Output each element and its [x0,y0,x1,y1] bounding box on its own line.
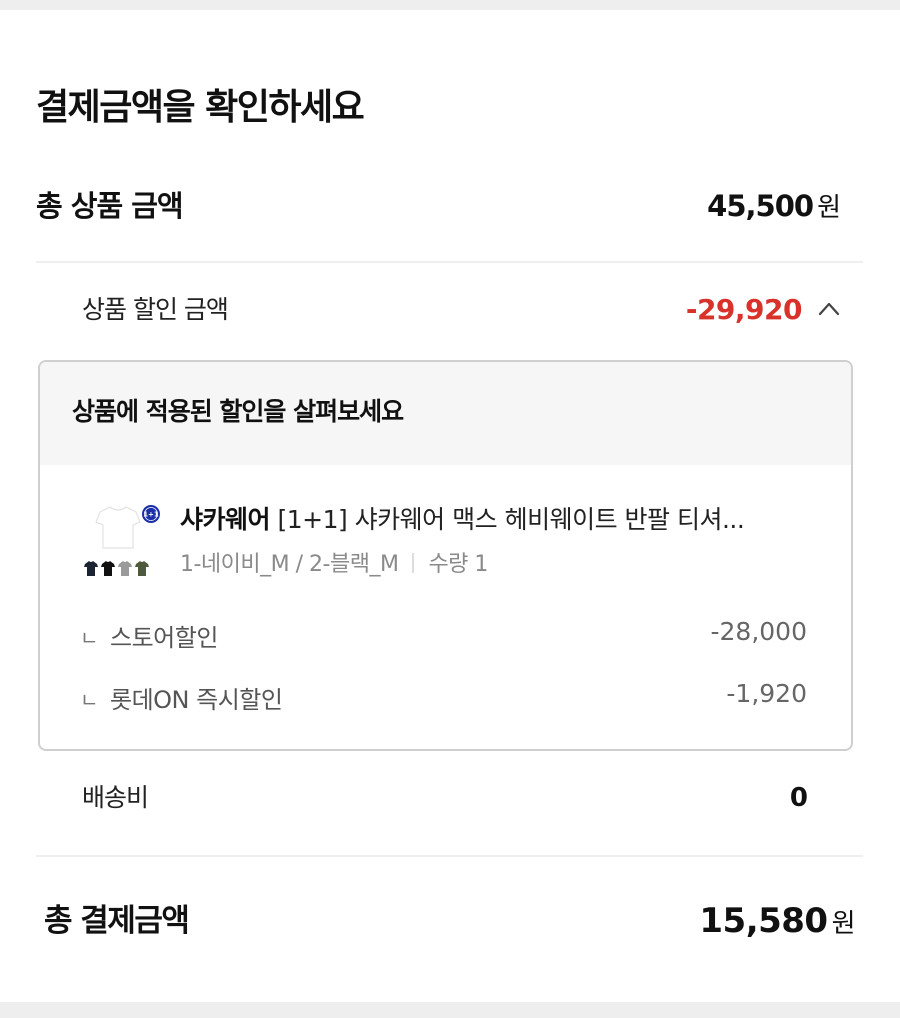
shipping-fee-label: 배송비 [82,783,149,812]
total-payment-value: 15,580 원 [699,896,855,949]
section-divider [36,261,863,263]
page-title: 결제금액을 확인하세요 [36,87,365,128]
discount-item-row: ㄴ 스토어할인 -28,000 [40,617,851,658]
currency-unit: 원 [831,909,856,939]
discount-panel-header: 상품에 적용된 할인을 살펴보세요 [40,362,851,465]
section-divider [36,855,863,857]
total-payment-label: 총 결제금액 [44,903,190,939]
chevron-up-icon[interactable] [818,300,840,318]
lotteon-instant-discount-amount: -1,920 [726,679,807,708]
top-separator-band [0,0,900,10]
product-discount-label: 상품 할인 금액 [82,295,229,324]
option-separator [412,553,415,573]
discount-panel-title: 상품에 적용된 할인을 살펴보세요 [72,397,404,426]
product-title: [1+1] 샤카웨어 맥스 헤비웨이트 반팔 티셔... [277,505,745,534]
sub-item-marker: ㄴ [80,688,99,712]
store-discount-amount: -28,000 [710,617,808,646]
bottom-separator-band [0,1002,900,1018]
total-payment-row: 총 결제금액 15,580 원 [0,896,900,946]
total-product-amount-row: 총 상품 금액 45,500 원 [0,184,900,228]
product-discount-amount: -29,920 [685,293,803,326]
discount-detail-panel: 상품에 적용된 할인을 살펴보세요 1+1 샤카웨어 [1+1] 샤카웨어 맥스… [38,360,853,751]
one-plus-one-badge: 1+1 [143,511,159,519]
sub-item-marker: ㄴ [80,626,99,650]
product-brand: 샤카웨어 [180,505,271,534]
product-discount-row[interactable]: 상품 할인 금액 -29,920 [0,290,900,330]
product-quantity: 수량 1 [428,552,488,577]
discount-item-row: ㄴ 롯데ON 즉시할인 -1,920 [40,679,851,720]
total-product-label: 총 상품 금액 [36,189,184,223]
total-payment-amount: 15,580 [699,901,828,941]
lotteon-instant-discount-label: 롯데ON 즉시할인 [110,686,283,714]
product-name[interactable]: 샤카웨어 [1+1] 샤카웨어 맥스 헤비웨이트 반팔 티셔... [180,502,820,538]
product-option-text: 1-네이비_M / 2-블랙_M [180,552,399,577]
product-options: 1-네이비_M / 2-블랙_M 수량 1 [180,548,488,582]
currency-unit: 원 [817,193,841,223]
shipping-fee-row: 배송비 0 [0,778,900,818]
store-discount-label: 스토어할인 [110,624,218,652]
tshirt-product-image[interactable]: 1+1 [82,500,160,582]
total-product-value: 45,500 원 [707,184,841,230]
shipping-fee-amount: 0 [789,783,808,813]
total-product-amount: 45,500 [707,189,814,223]
